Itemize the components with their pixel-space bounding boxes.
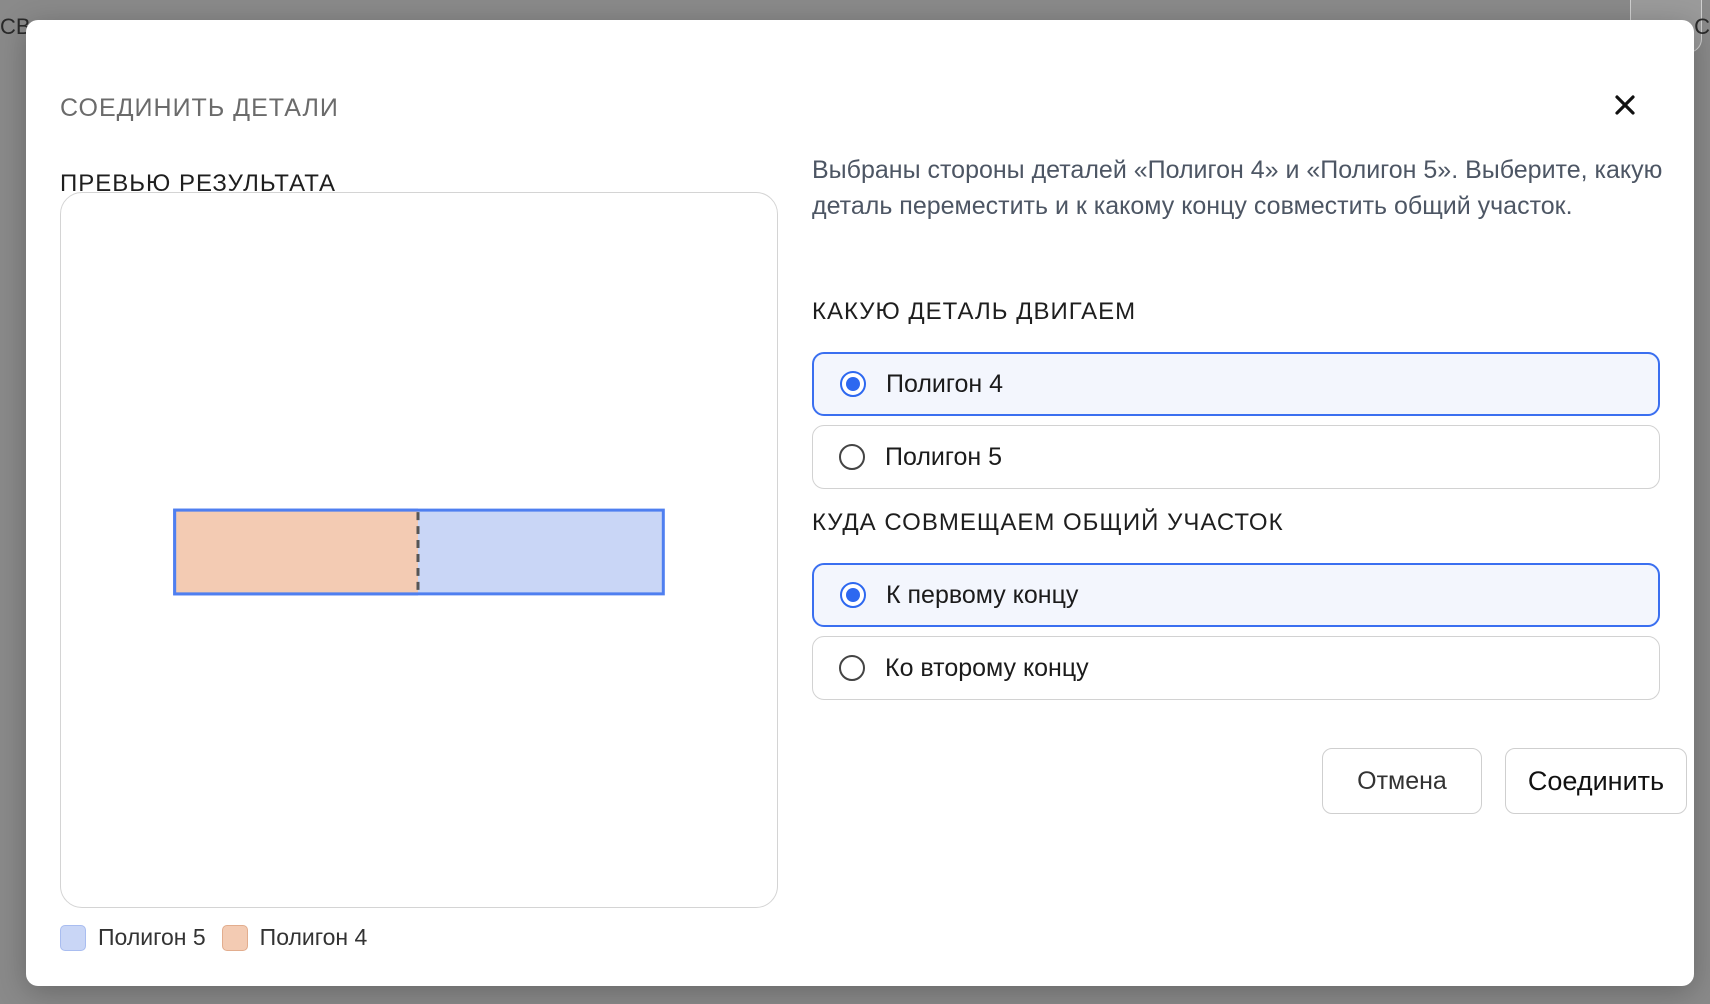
- radio-label: Полигон 5: [885, 442, 1003, 471]
- dialog-title: СОЕДИНИТЬ ДЕТАЛИ: [60, 94, 339, 122]
- legend-item-polygon-4: Полигон 4: [221, 924, 368, 951]
- move-section-label: КАКУЮ ДЕТАЛЬ ДВИГАЕМ: [812, 298, 1137, 325]
- legend-label: Полигон 5: [98, 924, 206, 950]
- align-section-label: КУДА СОВМЕЩАЕМ ОБЩИЙ УЧАСТОК: [812, 509, 1284, 536]
- preview-canvas: [60, 192, 778, 908]
- polygon-4-shape: [174, 510, 419, 594]
- join-button[interactable]: Соединить: [1505, 748, 1687, 814]
- radio-button[interactable]: [839, 444, 865, 470]
- move-option-polygon-4[interactable]: Полигон 4: [812, 352, 1660, 416]
- close-button[interactable]: [1610, 90, 1640, 120]
- align-option-second-end[interactable]: Ко второму концу: [812, 636, 1660, 700]
- radio-label: Ко второму концу: [885, 653, 1089, 682]
- background-text-fragment-right: С: [1694, 14, 1710, 39]
- close-icon: [1615, 95, 1635, 115]
- preview-legend: Полигон 5 Полигон 4: [60, 924, 383, 951]
- description-text: Выбраны стороны деталей «Полигон 4» и «П…: [812, 156, 1663, 220]
- align-option-first-end[interactable]: К первому концу: [812, 563, 1660, 627]
- legend-label: Полигон 4: [259, 924, 368, 950]
- cancel-button[interactable]: Отмена: [1322, 748, 1482, 814]
- move-option-polygon-5[interactable]: Полигон 5: [812, 425, 1660, 489]
- legend-swatch: [221, 924, 248, 951]
- legend-swatch: [60, 924, 86, 951]
- radio-button[interactable]: [840, 582, 866, 608]
- preview-drawing: [173, 508, 665, 596]
- join-details-dialog: СОЕДИНИТЬ ДЕТАЛИ ПРЕВЬЮ РЕЗУЛЬТАТА Полиг…: [26, 20, 1694, 986]
- radio-label: Полигон 4: [886, 369, 1004, 398]
- radio-button[interactable]: [839, 655, 865, 681]
- radio-button[interactable]: [840, 371, 866, 397]
- radio-label: К первому концу: [886, 580, 1079, 609]
- legend-item-polygon-5: Полигон 5: [60, 924, 206, 951]
